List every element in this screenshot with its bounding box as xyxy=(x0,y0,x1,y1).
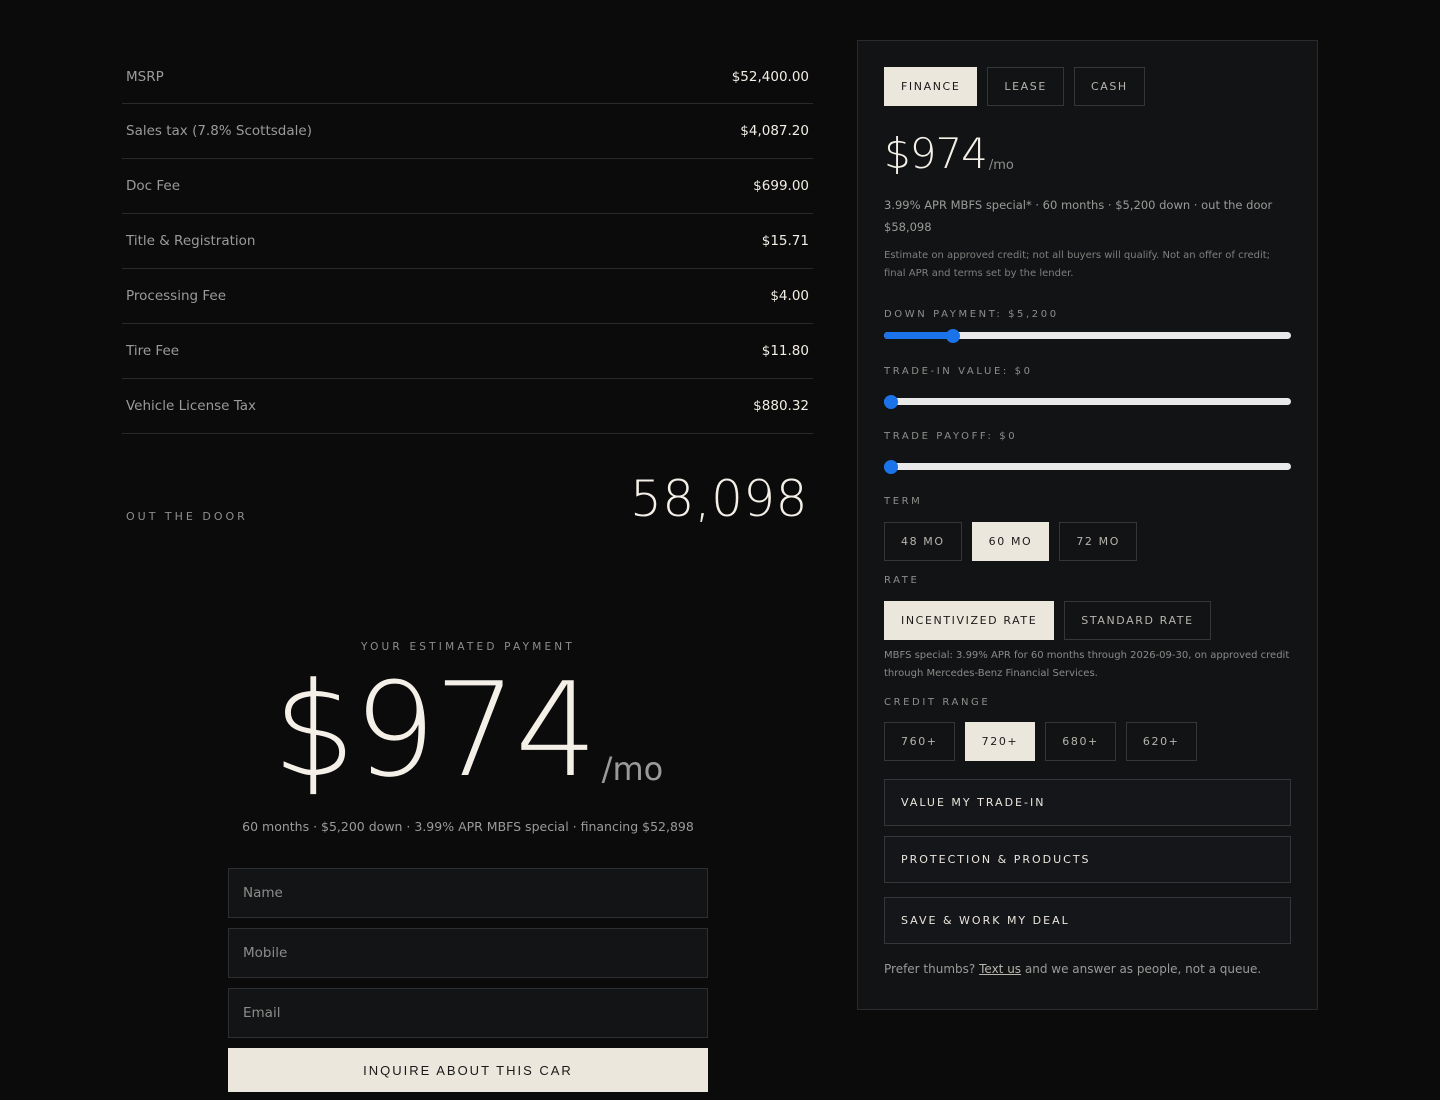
term-72-button[interactable]: 72 MO xyxy=(1059,522,1137,561)
fee-row-processing-fee: Processing Fee $4.00 xyxy=(122,269,813,324)
fee-value: $4,087.20 xyxy=(740,123,809,139)
value-trade-in-button[interactable]: VALUE MY TRADE-IN xyxy=(884,779,1291,826)
credit-range-label: CREDIT RANGE xyxy=(884,697,991,708)
term-60-button[interactable]: 60 MO xyxy=(971,522,1050,561)
down-payment-slider[interactable] xyxy=(884,328,1291,344)
monthly-payment: $974 /mo xyxy=(884,129,1014,179)
slider-thumb[interactable] xyxy=(884,460,898,474)
fee-value: $880.32 xyxy=(753,398,809,414)
deal-page: MSRP $52,400.00 Sales tax (7.8% Scottsda… xyxy=(0,0,1440,1100)
trade-payoff-label: TRADE PAYOFF: $0 xyxy=(884,431,1018,442)
incentivized-rate-button[interactable]: INCENTIVIZED RATE xyxy=(884,601,1055,640)
fee-value: $699.00 xyxy=(753,178,809,194)
fee-label: MSRP xyxy=(126,68,164,85)
email-field[interactable] xyxy=(228,988,708,1038)
fee-row-tire-fee: Tire Fee $11.80 xyxy=(122,324,813,379)
fee-row-doc-fee: Doc Fee $699.00 xyxy=(122,159,813,214)
trade-in-value-label: TRADE-IN VALUE: $0 xyxy=(884,366,1033,377)
text-us-prefix: Prefer thumbs? xyxy=(884,962,976,976)
slider-track xyxy=(884,463,1291,470)
tab-finance[interactable]: FINANCE xyxy=(884,67,978,106)
fee-value: $4.00 xyxy=(770,288,809,304)
fee-label: Sales tax (7.8% Scottsdale) xyxy=(126,123,312,139)
fee-label: Doc Fee xyxy=(126,178,181,194)
fee-row-msrp: MSRP $52,400.00 xyxy=(122,50,813,104)
out-the-door-label: OUT THE DOOR xyxy=(126,510,248,523)
fee-breakdown: MSRP $52,400.00 Sales tax (7.8% Scottsda… xyxy=(122,50,813,434)
rate-note: MBFS special: 3.99% APR for 60 months th… xyxy=(884,650,1290,679)
inquiry-form: INQUIRE ABOUT THIS CAR xyxy=(228,868,708,1092)
fee-value: $11.80 xyxy=(761,343,809,359)
save-deal-button[interactable]: SAVE & WORK MY DEAL xyxy=(884,897,1291,944)
protection-products-button[interactable]: PROTECTION & PRODUCTS xyxy=(884,836,1291,883)
term-options: 48 MO 60 MO 72 MO xyxy=(884,522,1137,561)
credit-760-button[interactable]: 760+ xyxy=(884,722,955,761)
slider-thumb[interactable] xyxy=(946,329,961,343)
tab-lease[interactable]: LEASE xyxy=(987,67,1064,106)
tab-cash[interactable]: CASH xyxy=(1073,67,1145,106)
slider-thumb[interactable] xyxy=(884,395,898,409)
payment-calculator-panel: FINANCE LEASE CASH $974 /mo 3.99% APR MB… xyxy=(857,40,1318,1010)
fee-label: Processing Fee xyxy=(126,288,227,304)
inquire-button[interactable]: INQUIRE ABOUT THIS CAR xyxy=(228,1048,708,1092)
name-field[interactable] xyxy=(228,868,708,918)
slider-track xyxy=(884,398,1291,405)
trade-in-value-slider[interactable] xyxy=(884,394,1291,410)
fee-value: $15.71 xyxy=(761,233,809,249)
credit-range-options: 760+ 720+ 680+ 620+ xyxy=(884,722,1197,761)
fee-label: Vehicle License Tax xyxy=(126,398,257,414)
down-payment-label: DOWN PAYMENT: $5,200 xyxy=(884,309,1059,320)
text-us-note: Prefer thumbs? Text us and we answer as … xyxy=(884,962,1261,976)
estimated-payment-unit: /mo xyxy=(601,750,664,788)
monthly-payment-unit: /mo xyxy=(988,158,1014,173)
payment-summary: 60 months · $5,200 down · 3.99% APR MBFS… xyxy=(242,819,694,834)
fee-value: $52,400.00 xyxy=(731,68,809,85)
text-us-suffix: and we answer as people, not a queue. xyxy=(1024,962,1262,976)
fee-label: Title & Registration xyxy=(126,233,256,249)
standard-rate-button[interactable]: STANDARD RATE xyxy=(1064,601,1211,640)
payment-mode-tabs: FINANCE LEASE CASH xyxy=(884,67,1145,106)
estimated-payment: $974 /mo xyxy=(228,650,708,810)
trade-payoff-slider[interactable] xyxy=(884,459,1291,475)
credit-620-button[interactable]: 620+ xyxy=(1125,722,1197,761)
text-us-link[interactable]: Text us xyxy=(979,962,1021,976)
term-48-button[interactable]: 48 MO xyxy=(884,522,962,561)
credit-disclaimer: Estimate on approved credit; not all buy… xyxy=(884,250,1271,279)
slider-fill xyxy=(884,332,954,339)
rate-label: RATE xyxy=(884,575,920,586)
monthly-payment-amount: $974 xyxy=(884,129,988,178)
credit-680-button[interactable]: 680+ xyxy=(1045,722,1116,761)
credit-720-button[interactable]: 720+ xyxy=(964,722,1036,761)
rate-options: INCENTIVIZED RATE STANDARD RATE xyxy=(884,601,1211,640)
finance-terms-summary: 3.99% APR MBFS special* · 60 months · $5… xyxy=(884,198,1273,234)
fee-row-sales-tax: Sales tax (7.8% Scottsdale) $4,087.20 xyxy=(122,104,813,159)
fee-row-vehicle-license-tax: Vehicle License Tax $880.32 xyxy=(122,379,813,434)
estimated-payment-amount: $974 xyxy=(272,654,598,806)
fee-row-title-registration: Title & Registration $15.71 xyxy=(122,214,813,269)
term-label: TERM xyxy=(884,496,923,507)
mobile-field[interactable] xyxy=(228,928,708,978)
fee-label: Tire Fee xyxy=(126,343,180,359)
out-the-door-value: 58,098 xyxy=(630,470,808,528)
